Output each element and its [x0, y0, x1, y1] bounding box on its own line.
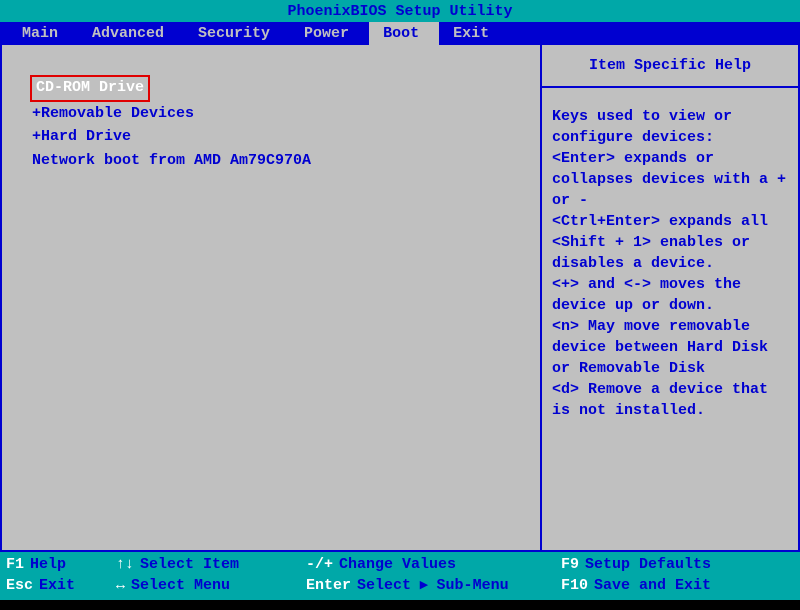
menu-security[interactable]: Security — [184, 22, 290, 45]
menu-power[interactable]: Power — [290, 22, 369, 45]
label-select-item: Select Item — [140, 554, 239, 575]
key-enter: Enter — [306, 575, 351, 596]
menu-main[interactable]: Main — [8, 22, 78, 45]
label-select-submenu: Select ▸ Sub-Menu — [357, 575, 509, 596]
key-f10: F10 — [561, 575, 588, 596]
label-select-menu: Select Menu — [131, 575, 230, 596]
boot-item-cdrom[interactable]: CD-ROM Drive — [30, 75, 150, 102]
key-plusminus: -/+ — [306, 554, 333, 575]
key-updown: ↑↓ — [116, 554, 134, 575]
key-esc: Esc — [6, 575, 33, 596]
app-title: PhoenixBIOS Setup Utility — [287, 3, 512, 20]
help-title: Item Specific Help — [542, 45, 798, 88]
label-save-exit: Save and Exit — [594, 575, 711, 596]
label-setup-defaults: Setup Defaults — [585, 554, 711, 575]
label-exit: Exit — [39, 575, 75, 596]
menu-bar: Main Advanced Security Power Boot Exit — [0, 22, 800, 45]
label-help: Help — [30, 554, 66, 575]
boot-item-harddrive[interactable]: +Hard Drive — [32, 127, 131, 146]
boot-item-network[interactable]: Network boot from AMD Am79C970A — [32, 151, 311, 170]
boot-order-panel: CD-ROM Drive +Removable Devices +Hard Dr… — [2, 45, 542, 550]
title-bar: PhoenixBIOS Setup Utility — [0, 0, 800, 22]
boot-item-removable[interactable]: +Removable Devices — [32, 104, 194, 123]
footer-row-2: Esc Exit ↔ Select Menu Enter Select ▸ Sub-M… — [6, 575, 794, 596]
help-panel: Item Specific Help Keys used to view or … — [542, 45, 798, 550]
bios-screen: PhoenixBIOS Setup Utility Main Advanced … — [0, 0, 800, 600]
menu-advanced[interactable]: Advanced — [78, 22, 184, 45]
key-f9: F9 — [561, 554, 579, 575]
label-change-values: Change Values — [339, 554, 456, 575]
menu-boot[interactable]: Boot — [369, 22, 439, 45]
key-f1: F1 — [6, 554, 24, 575]
menu-exit[interactable]: Exit — [439, 22, 509, 45]
footer-row-1: F1 Help ↑↓ Select Item -/+ Change Values F9… — [6, 554, 794, 575]
key-leftright: ↔ — [116, 575, 125, 596]
footer-bar: F1 Help ↑↓ Select Item -/+ Change Values F9… — [0, 552, 800, 600]
help-body: Keys used to view or configure devices:<… — [542, 88, 798, 431]
main-area: CD-ROM Drive +Removable Devices +Hard Dr… — [0, 45, 800, 552]
